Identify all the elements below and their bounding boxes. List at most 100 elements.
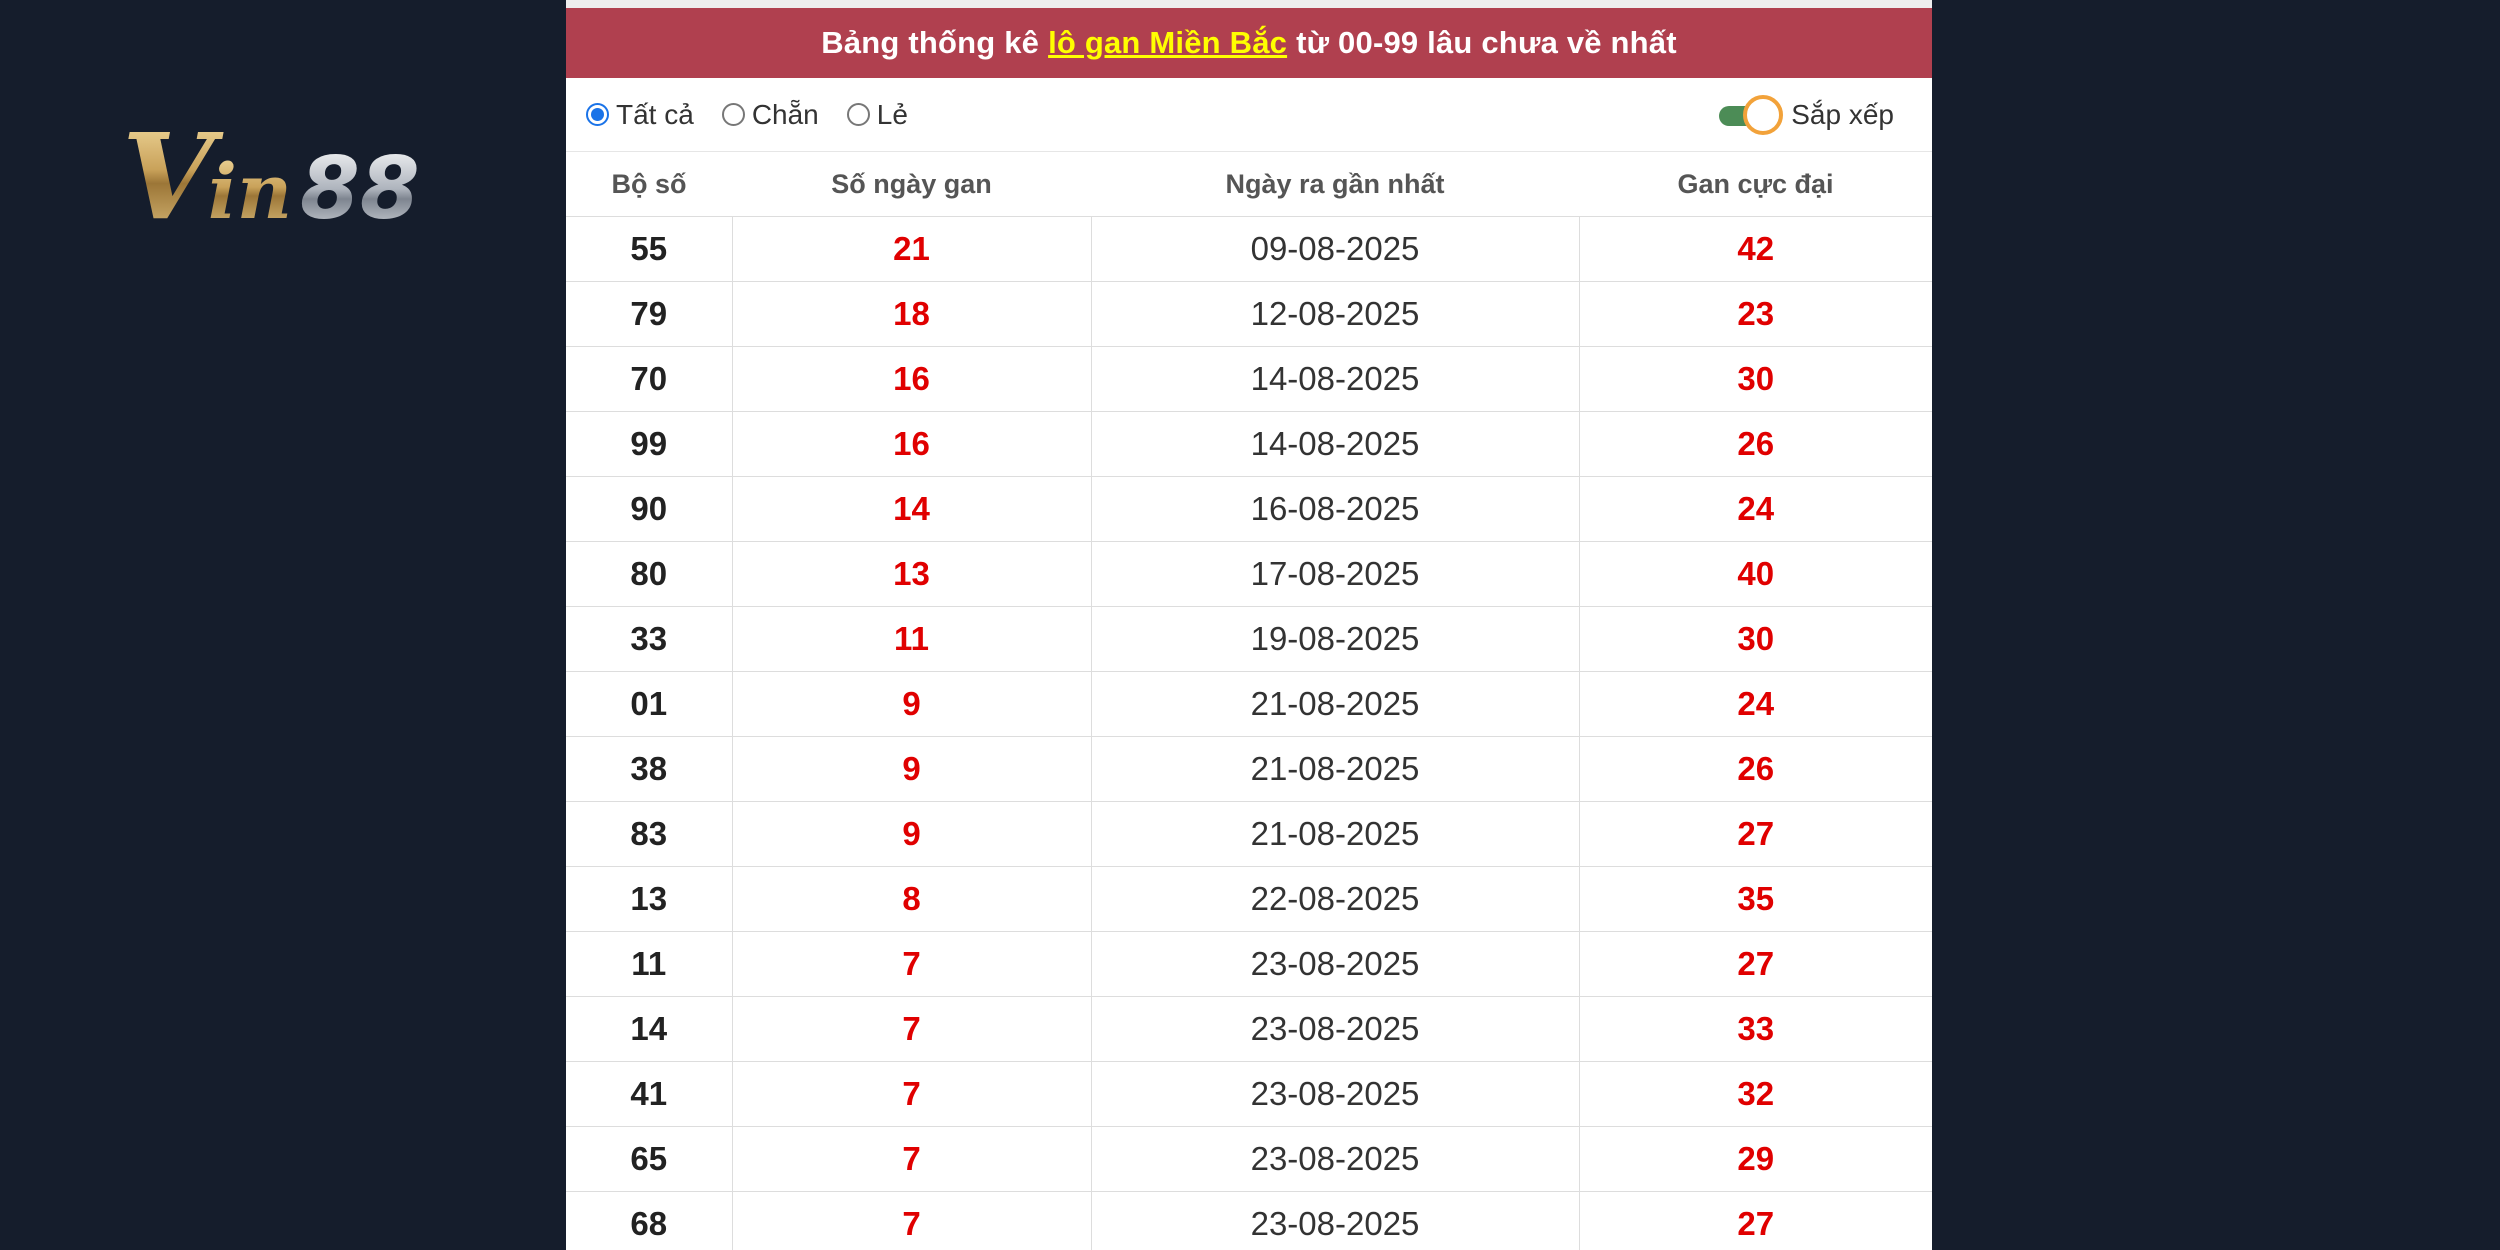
table-row: 68 7 23-08-2025 27 [566,1191,1932,1250]
cell-bo-so: 38 [566,736,733,802]
cell-so-ngay-gan: 7 [732,996,1092,1062]
cell-gan-cuc-dai: 33 [1579,996,1932,1062]
cell-ngay-ra: 21-08-2025 [1091,736,1580,802]
cell-gan-cuc-dai: 27 [1579,1191,1932,1250]
radio-chan[interactable]: Chẵn [721,98,819,131]
cell-ngay-ra: 14-08-2025 [1091,346,1580,412]
top-strip [566,0,1932,8]
cell-bo-so: 79 [566,281,733,347]
cell-ngay-ra: 14-08-2025 [1091,411,1580,477]
cell-ngay-ra: 23-08-2025 [1091,1126,1580,1192]
table-row: 13 8 22-08-2025 35 [566,866,1932,932]
cell-ngay-ra: 21-08-2025 [1091,671,1580,737]
header-gan-cuc-dai: Gan cực đại [1579,152,1932,217]
cell-gan-cuc-dai: 27 [1579,801,1932,867]
cell-bo-so: 68 [566,1191,733,1250]
cell-so-ngay-gan: 7 [732,931,1092,997]
table-row: 01 9 21-08-2025 24 [566,671,1932,737]
cell-bo-so: 01 [566,671,733,737]
cell-so-ngay-gan: 9 [732,801,1092,867]
cell-ngay-ra: 12-08-2025 [1091,281,1580,347]
cell-gan-cuc-dai: 23 [1579,281,1932,347]
svg-text:88: 88 [300,139,420,233]
cell-so-ngay-gan: 11 [732,606,1092,672]
header-ngay-ra-gan-nhat: Ngày ra gần nhất [1091,152,1579,217]
cell-bo-so: 65 [566,1126,733,1192]
sort-label: Sắp xếp [1791,98,1894,130]
radio-checked-icon[interactable] [586,103,609,126]
cell-ngay-ra: 22-08-2025 [1091,866,1580,932]
page-title: Bảng thống kê lô gan Miền Bắc từ 00-99 l… [566,8,1932,78]
table-row: 55 21 09-08-2025 42 [566,216,1932,282]
lo-gan-panel: Bảng thống kê lô gan Miền Bắc từ 00-99 l… [566,0,1932,1250]
table-row: 11 7 23-08-2025 27 [566,931,1932,997]
table-row: 14 7 23-08-2025 33 [566,996,1932,1062]
cell-ngay-ra: 23-08-2025 [1091,1191,1580,1250]
svg-text:in: in [208,147,292,233]
toggle-switch[interactable] [1719,94,1784,135]
cell-ngay-ra: 23-08-2025 [1091,996,1580,1062]
radio-label-tat-ca: Tất cả [616,98,694,130]
radio-label-le: Lẻ [876,98,908,130]
cell-so-ngay-gan: 7 [732,1126,1092,1192]
cell-ngay-ra: 21-08-2025 [1091,801,1580,867]
header-so-ngay-gan: Số ngày gan [732,152,1091,217]
cell-bo-so: 80 [566,541,733,607]
table-row: 33 11 19-08-2025 30 [566,606,1932,672]
sort-toggle[interactable]: Sắp xếp [1719,94,1894,135]
radio-tat-ca[interactable]: Tất cả [586,99,694,131]
radio-le[interactable]: Lẻ [846,98,908,131]
title-prefix: Bảng thống kê [821,25,1040,60]
cell-gan-cuc-dai: 24 [1579,476,1932,542]
cell-gan-cuc-dai: 29 [1579,1126,1932,1192]
vin88-logo: V in 88 [122,118,482,233]
radio-label-chan: Chẵn [751,98,819,130]
cell-so-ngay-gan: 7 [732,1191,1092,1250]
table-row: 65 7 23-08-2025 29 [566,1126,1932,1192]
cell-bo-so: 33 [566,606,733,672]
cell-bo-so: 41 [566,1061,733,1127]
cell-ngay-ra: 17-08-2025 [1091,541,1580,607]
cell-gan-cuc-dai: 32 [1579,1061,1932,1127]
cell-bo-so: 99 [566,411,733,477]
cell-so-ngay-gan: 16 [732,346,1092,412]
table-row: 79 18 12-08-2025 23 [566,281,1932,347]
cell-bo-so: 13 [566,866,733,932]
cell-ngay-ra: 09-08-2025 [1091,216,1580,282]
table-row: 70 16 14-08-2025 30 [566,346,1932,412]
cell-ngay-ra: 19-08-2025 [1091,606,1580,672]
header-bo-so: Bộ số [566,152,732,217]
title-suffix: từ 00-99 lâu chưa về nhất [1296,25,1677,60]
cell-so-ngay-gan: 16 [732,411,1092,477]
table-row: 83 9 21-08-2025 27 [566,801,1932,867]
table-row: 38 9 21-08-2025 26 [566,736,1932,802]
cell-gan-cuc-dai: 30 [1579,606,1932,672]
table-body: 55 21 09-08-2025 42 79 18 12-08-2025 23 70 16 14-0… [566,216,1932,1250]
table-row: 41 7 23-08-2025 32 [566,1061,1932,1127]
cell-bo-so: 55 [566,216,733,282]
cell-so-ngay-gan: 13 [732,541,1092,607]
title-highlight-link[interactable]: lô gan Miền Bắc [1048,25,1287,61]
table-row: 99 16 14-08-2025 26 [566,411,1932,477]
cell-so-ngay-gan: 21 [732,216,1092,282]
cell-bo-so: 70 [566,346,733,412]
cell-gan-cuc-dai: 26 [1579,411,1932,477]
parity-radio-group: Tất cả Chẵn Lẻ [586,99,936,131]
cell-gan-cuc-dai: 27 [1579,931,1932,997]
table-header-row: Bộ số Số ngày gan Ngày ra gần nhất Gan c… [566,152,1932,217]
radio-unchecked-icon[interactable] [846,103,870,126]
cell-ngay-ra: 16-08-2025 [1091,476,1580,542]
cell-ngay-ra: 23-08-2025 [1091,931,1580,997]
lo-gan-table: Bộ số Số ngày gan Ngày ra gần nhất Gan c… [566,152,1932,1250]
table-row: 80 13 17-08-2025 40 [566,541,1932,607]
cell-ngay-ra: 23-08-2025 [1091,1061,1580,1127]
cell-gan-cuc-dai: 24 [1579,671,1932,737]
cell-bo-so: 11 [566,931,733,997]
cell-gan-cuc-dai: 30 [1579,346,1932,412]
radio-unchecked-icon[interactable] [721,103,745,126]
table-row: 90 14 16-08-2025 24 [566,476,1932,542]
cell-so-ngay-gan: 14 [732,476,1092,542]
filter-bar: Tất cả Chẵn Lẻ Sắp xếp [566,78,1932,152]
cell-so-ngay-gan: 18 [732,281,1092,347]
cell-bo-so: 83 [566,801,733,867]
